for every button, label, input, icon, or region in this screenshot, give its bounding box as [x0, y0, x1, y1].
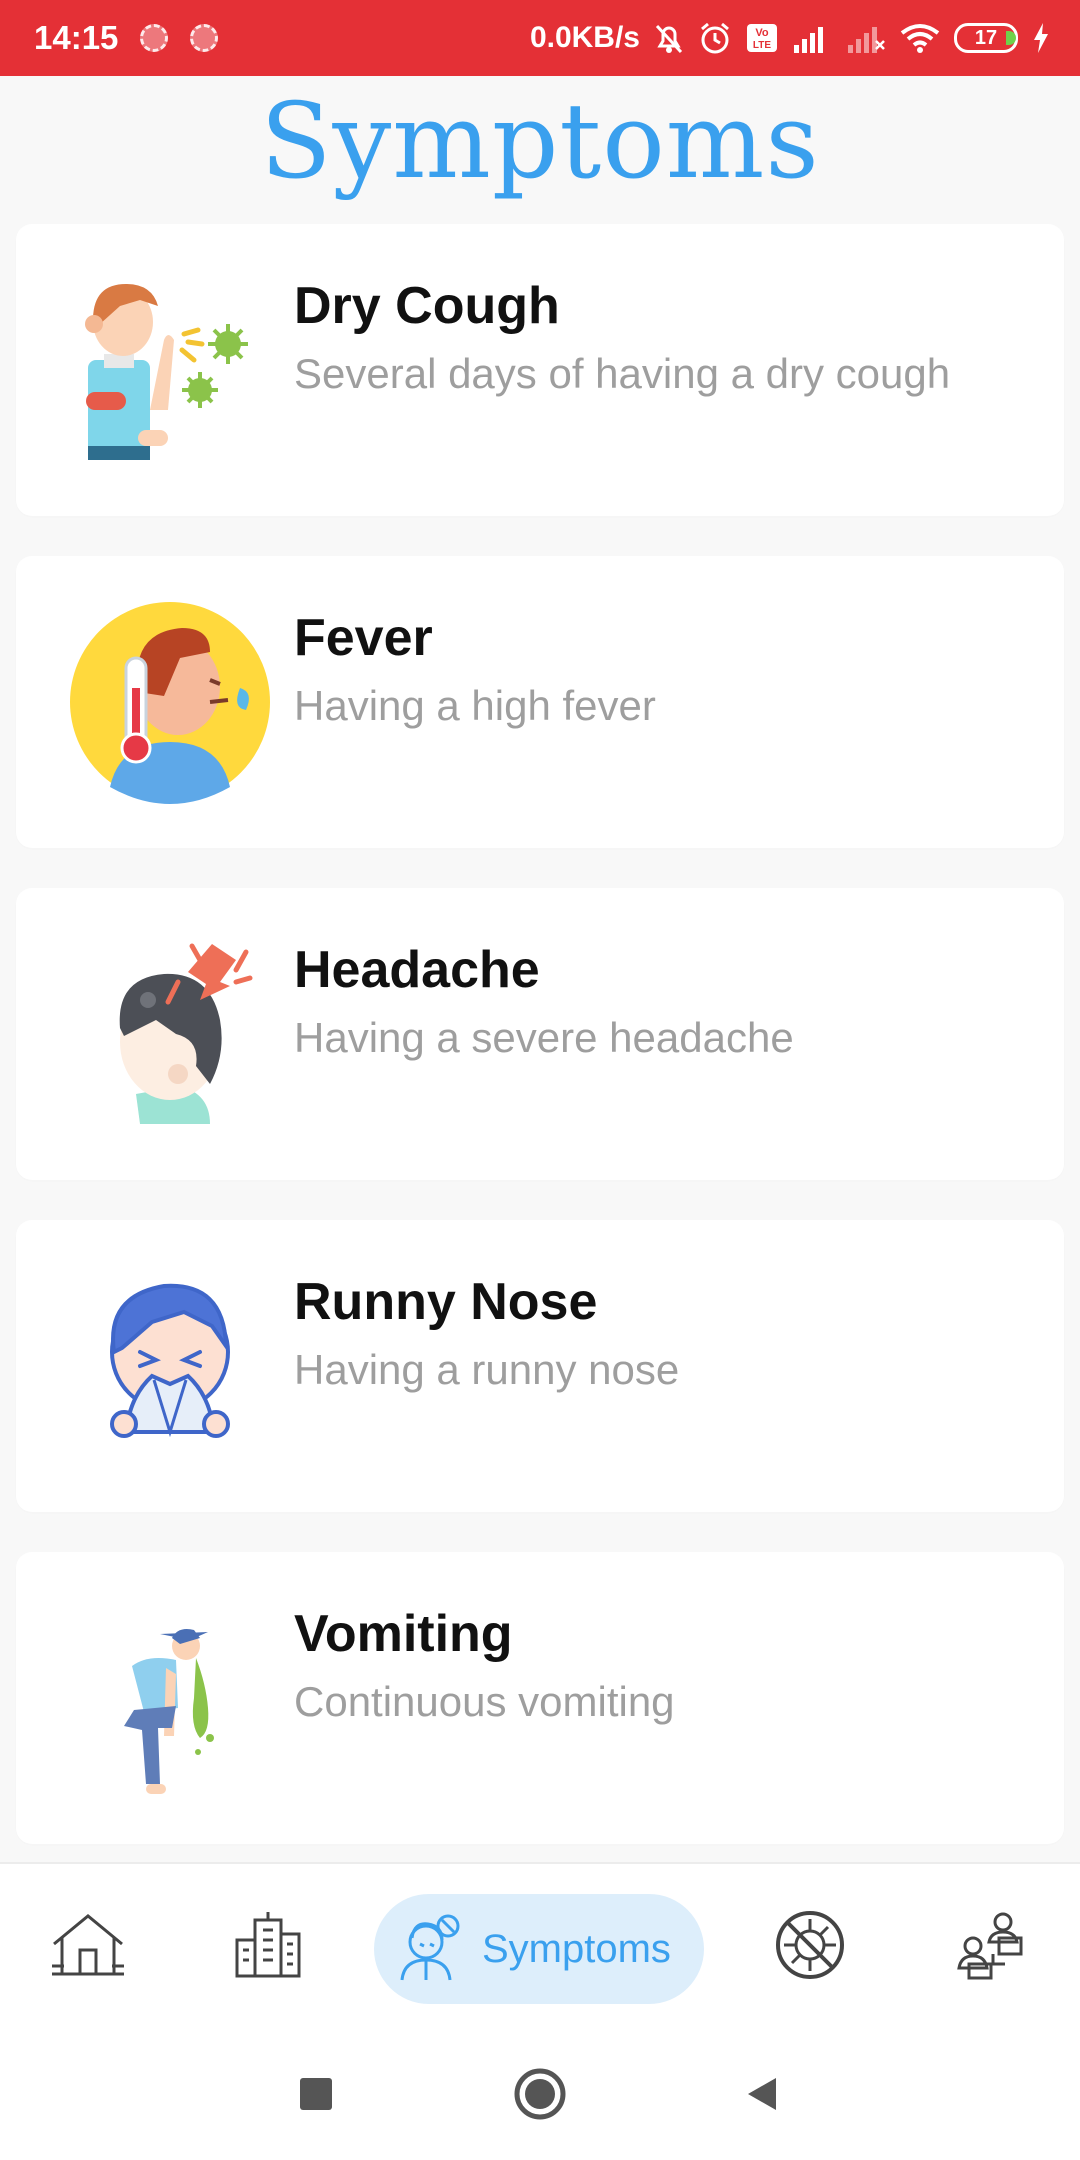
network-speed: 0.0KB/s: [529, 21, 640, 54]
nav-virus-prevention[interactable]: [762, 1902, 858, 1992]
wifi-icon: [900, 23, 940, 53]
circle-icon: [513, 2067, 567, 2126]
volte-icon: Vo LTE: [746, 23, 778, 53]
nav-home[interactable]: [40, 1902, 136, 1992]
fever-thermometer-icon: [60, 592, 280, 812]
notification-dot-icon: [140, 24, 169, 52]
status-right: 0.0KB/s Vo LTE 17: [530, 21, 1050, 55]
status-left: 14:15: [34, 19, 219, 57]
home-button[interactable]: [510, 2066, 570, 2126]
notification-dot-icon: [190, 24, 219, 52]
alarm-icon: [698, 21, 732, 55]
symptom-card-vomiting[interactable]: Vomiting Continuous vomiting: [16, 1552, 1064, 1844]
recents-button[interactable]: [286, 2066, 346, 2126]
battery-level: 17: [974, 26, 998, 49]
bottom-nav: Symptoms: [0, 1862, 1080, 2030]
symptom-description: Having a runny nose: [294, 1346, 680, 1393]
symptom-title: Headache: [294, 941, 540, 999]
nav-symptoms-label: Symptoms: [482, 1926, 671, 1971]
back-button[interactable]: [732, 2066, 792, 2126]
symptom-list: Dry Cough Several days of having a dry c…: [16, 224, 1064, 1884]
symptom-title: Dry Cough: [294, 277, 560, 335]
symptom-card-fever[interactable]: Fever Having a high fever: [16, 556, 1064, 848]
system-nav-bar: [0, 2030, 1080, 2160]
symptom-title: Runny Nose: [294, 1273, 598, 1331]
symptom-card-headache[interactable]: Headache Having a severe headache: [16, 888, 1064, 1180]
symptoms-icon: [394, 1912, 464, 1987]
doctors-icon: [953, 1908, 1027, 1987]
bell-off-icon: [654, 22, 684, 54]
symptom-card-runny-nose[interactable]: Runny Nose Having a runny nose: [16, 1220, 1064, 1512]
headache-icon: [60, 924, 280, 1144]
charging-icon: [1032, 23, 1050, 53]
status-bar: 14:15 0.0KB/s Vo LTE 17: [0, 0, 1080, 76]
symptom-description: Having a high fever: [294, 682, 656, 729]
back-triangle-icon: [742, 2074, 782, 2119]
signal-off-icon: [846, 23, 886, 53]
symptom-title: Vomiting: [294, 1605, 513, 1663]
symptom-card-dry-cough[interactable]: Dry Cough Several days of having a dry c…: [16, 224, 1064, 516]
nav-symptoms[interactable]: Symptoms: [374, 1894, 704, 2004]
buildings-icon: [233, 1910, 303, 1985]
status-time: 14:15: [34, 19, 119, 56]
vomiting-person-icon: [60, 1588, 280, 1808]
nav-doctors[interactable]: [942, 1902, 1038, 1992]
battery-icon: 17: [954, 23, 1018, 53]
square-icon: [298, 2076, 334, 2117]
symptom-title: Fever: [294, 609, 433, 667]
virus-prevention-icon: [774, 1909, 846, 1986]
page-title: Symptoms: [260, 80, 820, 202]
coughing-person-icon: [60, 260, 280, 480]
home-icon: [50, 1910, 126, 1985]
symptom-description: Several days of having a dry cough: [294, 350, 951, 397]
svg-text:LTE: LTE: [753, 40, 771, 51]
symptom-description: Continuous vomiting: [294, 1678, 675, 1725]
nav-buildings[interactable]: [220, 1902, 316, 1992]
signal-icon: [792, 23, 832, 53]
svg-text:Vo: Vo: [755, 27, 769, 39]
symptom-description: Having a severe headache: [294, 1014, 794, 1061]
runny-nose-icon: [60, 1256, 280, 1476]
